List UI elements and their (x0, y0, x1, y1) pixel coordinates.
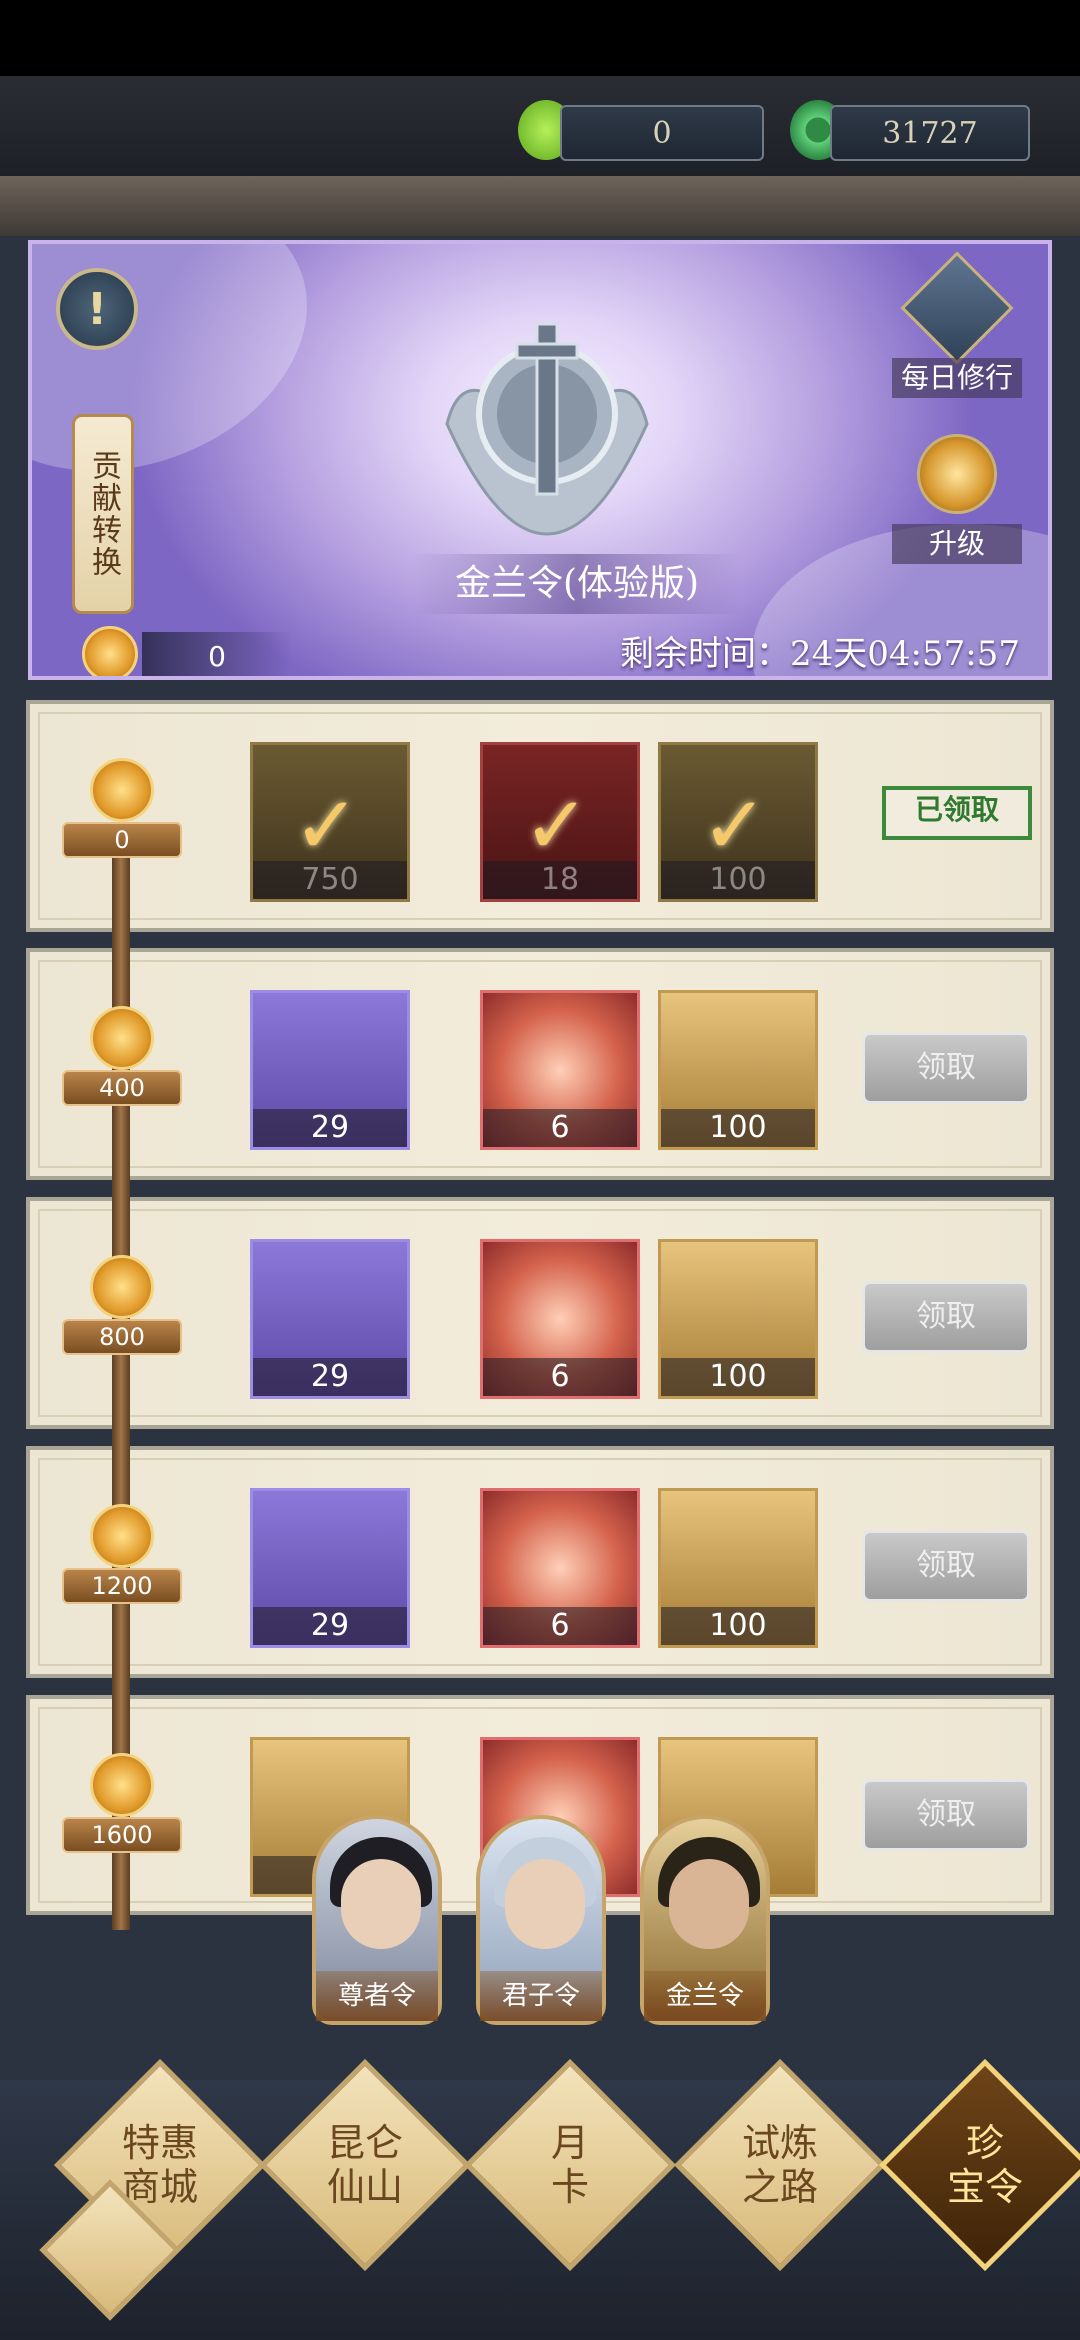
milestone-marker: 800 (62, 1255, 182, 1365)
reward-item-slot[interactable]: 100 (658, 1488, 818, 1648)
contribution-coin-icon (82, 626, 138, 676)
jade-coin-value: 31727 (882, 115, 978, 151)
trial-road-label: 试炼 之路 (741, 2121, 818, 2209)
milestone-marker: 0 (62, 758, 182, 868)
reward-quantity: 100 (661, 1607, 815, 1645)
reward-item-slot[interactable]: 100 (658, 990, 818, 1150)
tier-venerable-portrait[interactable]: 尊者令 (312, 1815, 442, 2025)
reward-quantity: 6 (483, 1607, 637, 1645)
claim-button[interactable]: 领取 (862, 1032, 1030, 1104)
reward-item-slot[interactable]: ✓ 18 (480, 742, 640, 902)
milestone-value: 1600 (62, 1817, 182, 1853)
contribution-coin-icon (90, 1504, 154, 1568)
face (669, 1859, 749, 1949)
reward-quantity: 29 (253, 1358, 407, 1396)
upgrade-button[interactable]: 升级 (892, 434, 1022, 584)
tier-golden-orchid-portrait[interactable]: 金兰令 (640, 1815, 770, 2025)
contribution-coin-icon (90, 1753, 154, 1817)
tier-golden-orchid-label: 金兰令 (644, 1971, 766, 2021)
reward-quantity: 750 (253, 861, 407, 899)
contribution-points-value: 0 (142, 632, 292, 676)
exclamation-icon: ! (86, 283, 108, 335)
reward-item-slot[interactable]: 29 (250, 990, 410, 1150)
pass-banner: 金兰令(体验版) 剩余时间：24天04:57:57 ! 贡献转换 每日修行 升级… (28, 240, 1052, 680)
reward-quantity: 100 (661, 861, 815, 899)
contribution-exchange-button[interactable]: 贡献转换 (72, 414, 134, 614)
status-bar (0, 0, 1080, 76)
milestone-marker: 1600 (62, 1753, 182, 1863)
milestone-marker: 400 (62, 1006, 182, 1116)
pass-title: 金兰令(体验版) (412, 554, 742, 614)
milestone-value: 400 (62, 1070, 182, 1106)
info-button[interactable]: ! (56, 268, 138, 350)
claim-button[interactable]: 领取 (862, 1281, 1030, 1353)
reward-item-slot[interactable]: 100 (658, 1239, 818, 1399)
monthly-card-label: 月 卡 (550, 2121, 589, 2209)
face (341, 1859, 421, 1949)
tier-venerable-label: 尊者令 (316, 1971, 438, 2021)
reward-quantity: 18 (483, 861, 637, 899)
face (505, 1859, 585, 1949)
claim-button[interactable]: 领取 (862, 1530, 1030, 1602)
claim-button[interactable]: 领取 (862, 1779, 1030, 1851)
tier-gentleman-label: 君子令 (480, 1971, 602, 2021)
claimed-stamp: 已领取 (882, 786, 1032, 840)
reward-quantity: 100 (661, 1358, 815, 1396)
dragon-token-counter: 0 (560, 105, 764, 161)
reward-item-slot[interactable]: 6 (480, 1239, 640, 1399)
reward-item-slot[interactable]: 29 (250, 1488, 410, 1648)
contribution-coin-icon (90, 758, 154, 822)
roof-decoration (0, 176, 1080, 236)
reward-quantity: 6 (483, 1109, 637, 1147)
check-icon: ✓ (293, 779, 361, 872)
jade-coin-counter: 31727 (830, 105, 1030, 161)
milestone-value: 0 (62, 822, 182, 858)
reward-quantity: 29 (253, 1607, 407, 1645)
milestone-value: 800 (62, 1319, 182, 1355)
reward-item-slot[interactable]: 29 (250, 1239, 410, 1399)
kunlun-mountain-label: 昆仑 仙山 (326, 2121, 403, 2209)
reward-item-slot[interactable]: ✓ 750 (250, 742, 410, 902)
dragon-token-value: 0 (652, 115, 672, 151)
reward-quantity: 6 (483, 1358, 637, 1396)
upgrade-arrow-icon (917, 434, 997, 514)
check-icon: ✓ (701, 779, 769, 872)
check-icon: ✓ (523, 779, 591, 872)
reward-item-slot[interactable]: 6 (480, 990, 640, 1150)
contribution-points: 0 (82, 626, 322, 676)
reward-quantity: 29 (253, 1109, 407, 1147)
reward-quantity: 100 (661, 1109, 815, 1147)
reward-item-slot[interactable]: ✓ 100 (658, 742, 818, 902)
daily-training-button[interactable]: 每日修行 (892, 251, 1022, 418)
remaining-time: 剩余时间：24天04:57:57 (620, 634, 1020, 674)
milestone-value: 1200 (62, 1568, 182, 1604)
reward-item-slot[interactable]: 6 (480, 1488, 640, 1648)
daily-training-label: 每日修行 (892, 358, 1022, 398)
contribution-coin-icon (90, 1006, 154, 1070)
tier-gentleman-portrait[interactable]: 君子令 (476, 1815, 606, 2025)
milestone-marker: 1200 (62, 1504, 182, 1614)
contribution-coin-icon (90, 1255, 154, 1319)
book-icon (900, 251, 1014, 365)
upgrade-label: 升级 (892, 524, 1022, 564)
treasure-pass-label: 珍 宝令 (946, 2121, 1023, 2209)
golden-orchid-emblem-icon (445, 322, 649, 536)
